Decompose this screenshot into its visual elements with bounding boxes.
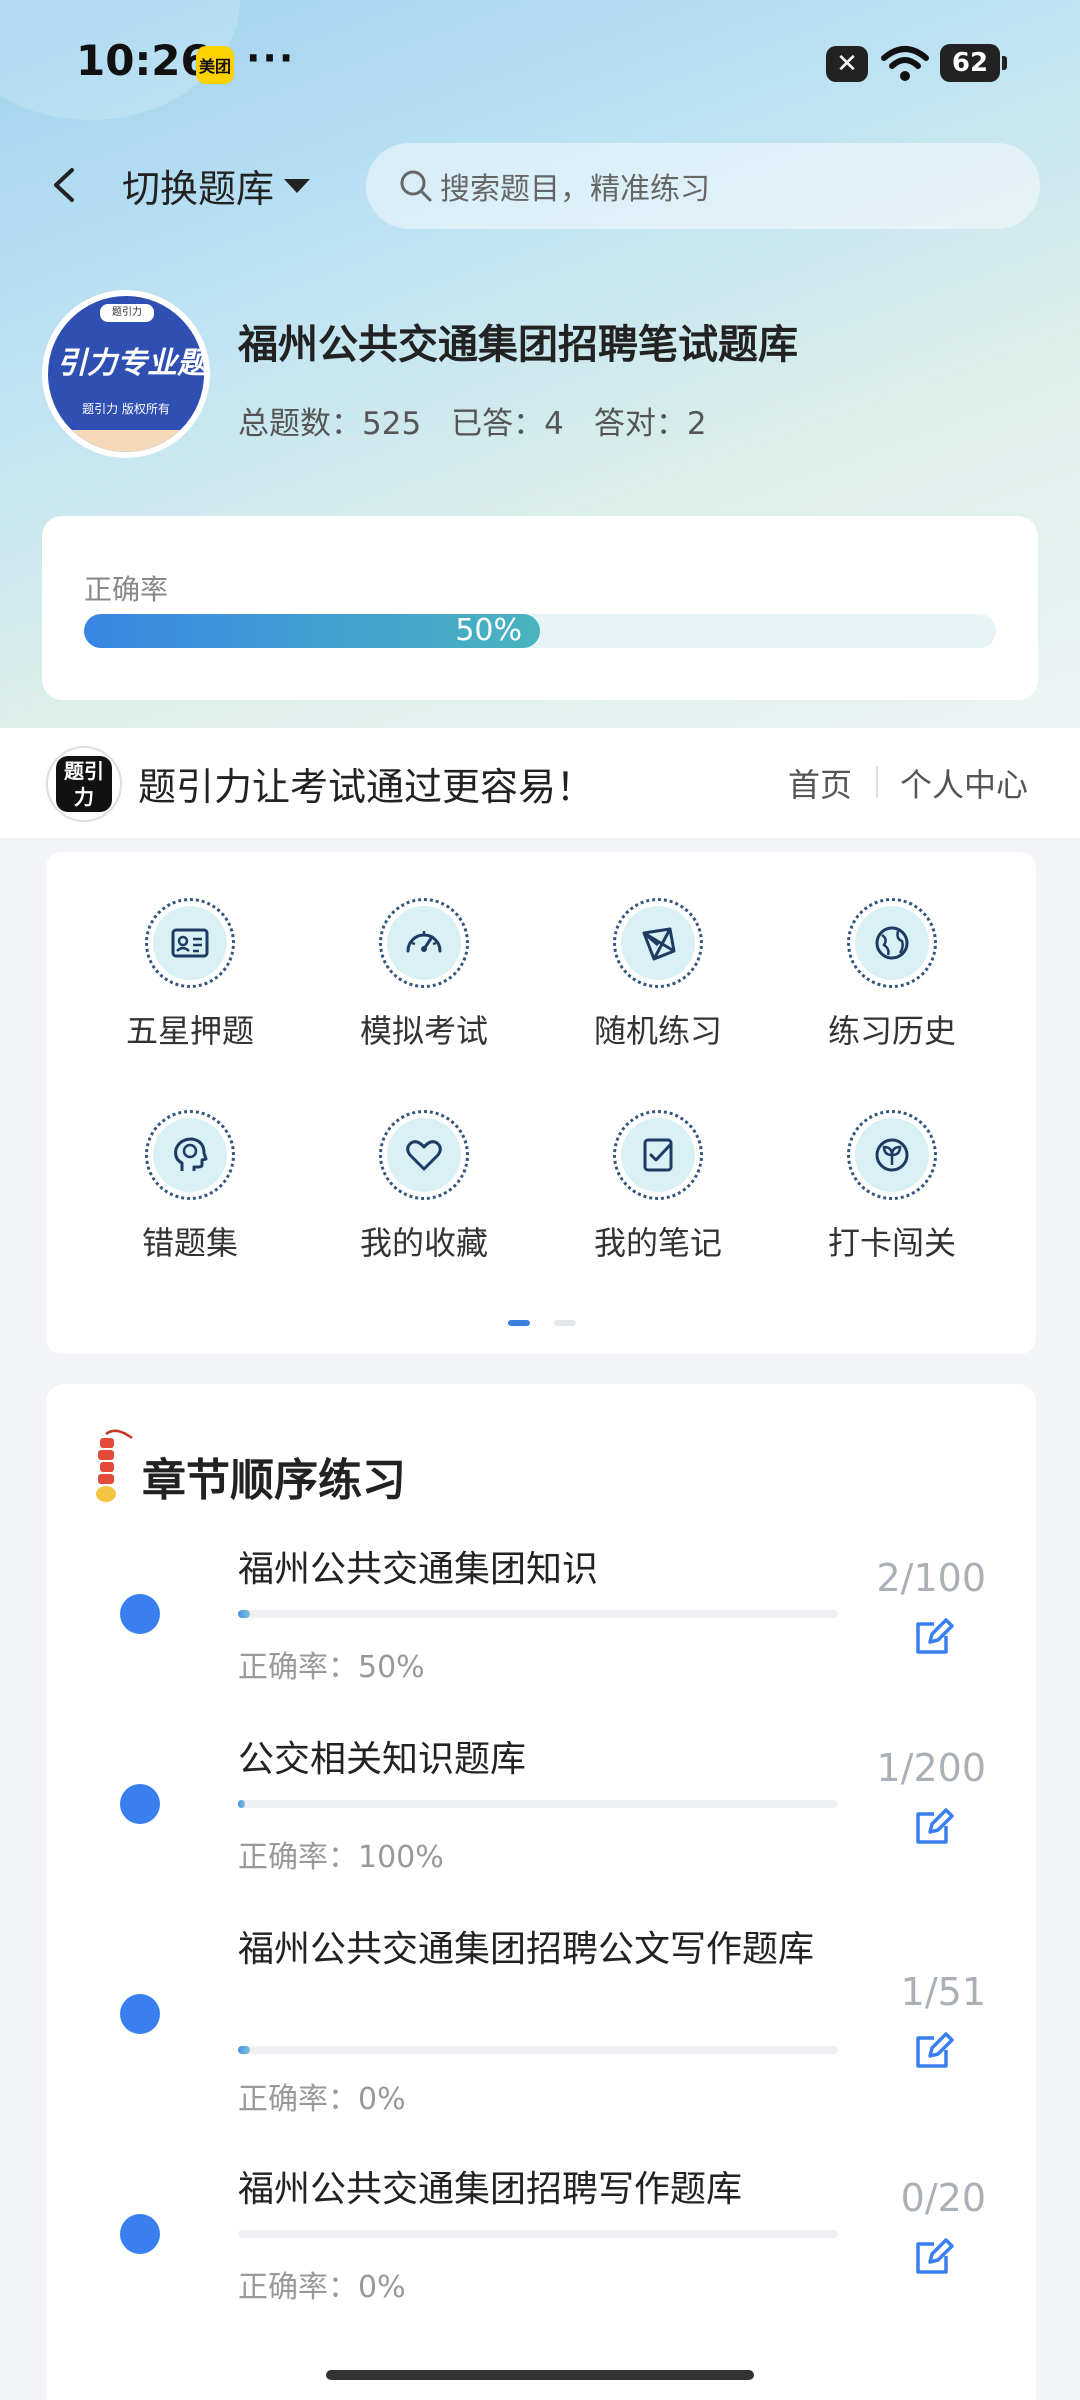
accuracy-progress-fill: 50%: [84, 614, 540, 648]
chapter-progress-fill: [238, 2046, 250, 2054]
chapter-name: 福州公共交通集团知识: [238, 1549, 599, 1590]
chapter-accuracy: 正确率：50%: [238, 1650, 425, 1685]
total-questions: 总题数：525: [238, 406, 422, 442]
chapter-name: 福州公共交通集团招聘公文写作题库: [238, 1929, 815, 1970]
nav-home-link[interactable]: 首页: [788, 760, 852, 806]
meituan-notification-icon: 美团: [196, 46, 234, 84]
id-card-icon: [171, 928, 209, 958]
answered-count: 已答：4: [451, 406, 564, 442]
leaf-icon: [875, 1138, 909, 1172]
back-arrow-icon[interactable]: [40, 160, 90, 210]
chapter-row[interactable]: 福州公共交通集团知识 正确率：50% 2/100: [46, 1544, 1036, 1694]
accuracy-card: 正确率 50%: [42, 516, 1038, 700]
chapter-progress-fill: [238, 1610, 250, 1618]
pager-dot-active[interactable]: [508, 1320, 530, 1326]
feature-label: 随机练习: [593, 1012, 722, 1050]
bank-stats: 总题数：525 已答：4 答对：2: [238, 398, 707, 443]
chapter-name: 福州公共交通集团招聘写作题库: [238, 2169, 743, 2210]
status-bar: 10:26 美团 ··· ✕ 62: [0, 0, 1080, 130]
chapter-bullet: [120, 1594, 160, 1634]
logo-main-text: 引力专业题: [57, 346, 204, 381]
battery-icon: 62: [940, 44, 1007, 82]
more-notifications-icon: ···: [246, 36, 296, 80]
chapter-count: 1/51: [900, 1970, 986, 2014]
home-indicator[interactable]: [326, 2370, 754, 2380]
firecracker-icon: [96, 1429, 133, 1502]
chapter-progress-bar: [238, 1610, 838, 1618]
chapter-count: 1/200: [876, 1746, 986, 1790]
brand-bar: 题引力 题引力让考试通过更容易！ 首页 个人中心: [0, 728, 1080, 838]
chapter-accuracy: 正确率：100%: [238, 1840, 444, 1875]
chapter-bullet: [120, 1994, 160, 2034]
feature-five-star[interactable]: 五星押题: [90, 898, 290, 1058]
chapter-count: 0/20: [900, 2176, 986, 2220]
chapter-accuracy: 正确率：0%: [238, 2082, 406, 2117]
heart-icon: [406, 1140, 442, 1171]
bank-title: 福州公共交通集团招聘笔试题库: [238, 322, 798, 368]
chapter-bullet: [120, 2214, 160, 2254]
feature-label: 我的收藏: [359, 1224, 488, 1262]
logo-tab-text: 题引力: [100, 304, 154, 322]
chapter-row[interactable]: 福州公共交通集团招聘写作题库 正确率：0% 0/20: [46, 2164, 1036, 2314]
feature-label: 五星押题: [125, 1012, 254, 1050]
feature-notes[interactable]: 我的笔记: [558, 1110, 758, 1270]
switch-bank-label: 切换题库: [122, 167, 275, 211]
feature-label: 练习历史: [827, 1012, 956, 1050]
accuracy-progress-bar: 50%: [84, 614, 996, 648]
feature-label: 错题集: [141, 1224, 238, 1262]
note-check-icon: [643, 1138, 673, 1172]
logo-sub-text: 题引力 版权所有: [82, 402, 170, 416]
caret-down-icon: [284, 178, 311, 193]
feature-favorites[interactable]: 我的收藏: [324, 1110, 524, 1270]
feature-mock-exam[interactable]: 模拟考试: [324, 898, 524, 1058]
nav-divider: [876, 766, 878, 798]
edit-icon[interactable]: [912, 1804, 956, 1848]
edit-icon[interactable]: [912, 2234, 956, 2278]
search-input[interactable]: 搜索题目，精准练习: [366, 143, 1040, 229]
no-sim-icon: ✕: [826, 46, 868, 82]
brand-slogan: 题引力让考试通过更容易！: [138, 765, 595, 809]
chapter-row[interactable]: 公交相关知识题库 正确率：100% 1/200: [46, 1734, 1036, 1884]
chapter-accuracy: 正确率：0%: [238, 2270, 406, 2305]
feature-wrong-questions[interactable]: 错题集: [90, 1110, 290, 1270]
edit-icon[interactable]: [912, 2028, 956, 2072]
chapter-progress-bar: [238, 2230, 838, 2238]
chapter-section: 章节顺序练习 福州公共交通集团知识 正确率：50% 2/100 公交相关知识题库…: [46, 1384, 1036, 2400]
feature-random-practice[interactable]: 随机练习: [558, 898, 758, 1058]
chapter-count: 2/100: [876, 1556, 986, 1600]
correct-count: 答对：2: [593, 406, 707, 442]
brand-logo-text: 题引力: [56, 756, 112, 812]
chapter-progress-bar: [238, 1800, 838, 1808]
accuracy-value: 50%: [455, 613, 522, 648]
brain-head-icon: [174, 1137, 208, 1171]
section-title: 章节顺序练习: [142, 1455, 406, 1506]
wifi-icon: [881, 46, 929, 81]
bank-logo: 题引力 引力专业题 题引力 版权所有: [42, 290, 210, 458]
accuracy-label: 正确率: [84, 573, 169, 606]
brand-logo: 题引力: [46, 746, 122, 822]
feature-grid: 五星押题 模拟考试 随机练习 练习历史 错题集 我的收藏 我的笔记 打卡闯关: [46, 852, 1036, 1354]
pager-dot[interactable]: [554, 1320, 576, 1326]
nav-profile-link[interactable]: 个人中心: [900, 760, 1028, 806]
network-icon: [642, 927, 676, 961]
feature-label: 模拟考试: [359, 1012, 488, 1050]
search-placeholder: 搜索题目，精准练习: [440, 172, 710, 207]
chapter-row[interactable]: 福州公共交通集团招聘公文写作题库 正确率：0% 1/51: [46, 1924, 1036, 2117]
chapter-bullet: [120, 1784, 160, 1824]
feature-label: 打卡闯关: [827, 1224, 956, 1262]
feature-check-in[interactable]: 打卡闯关: [792, 1110, 992, 1270]
speedometer-icon: [406, 931, 442, 953]
status-time: 10:26: [76, 36, 210, 85]
edit-icon[interactable]: [912, 1614, 956, 1658]
chapter-progress-fill: [238, 1800, 246, 1808]
feature-label: 我的笔记: [593, 1224, 722, 1262]
chapter-name: 公交相关知识题库: [238, 1739, 527, 1780]
chapter-progress-bar: [238, 2046, 838, 2054]
switch-bank-dropdown[interactable]: 切换题库: [122, 158, 311, 213]
search-icon: [400, 170, 432, 202]
globe-icon: [875, 926, 909, 960]
feature-history[interactable]: 练习历史: [792, 898, 992, 1058]
